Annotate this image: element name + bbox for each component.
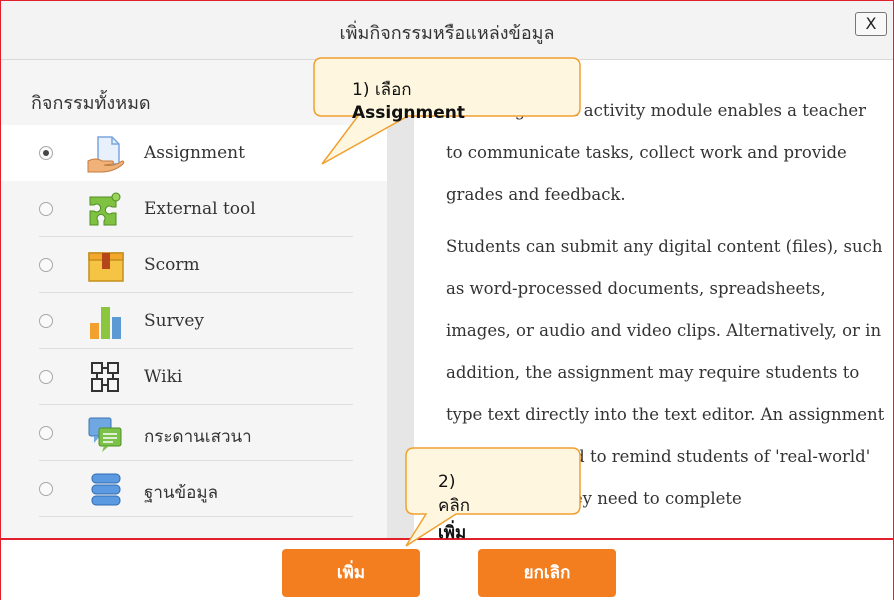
callout-step-2-prefix: 2) คลิก bbox=[438, 472, 471, 516]
callout-step-2-bold: เพิ่ม bbox=[438, 523, 467, 543]
callout-step-2-text: 2) คลิก เพิ่ม bbox=[438, 472, 470, 546]
